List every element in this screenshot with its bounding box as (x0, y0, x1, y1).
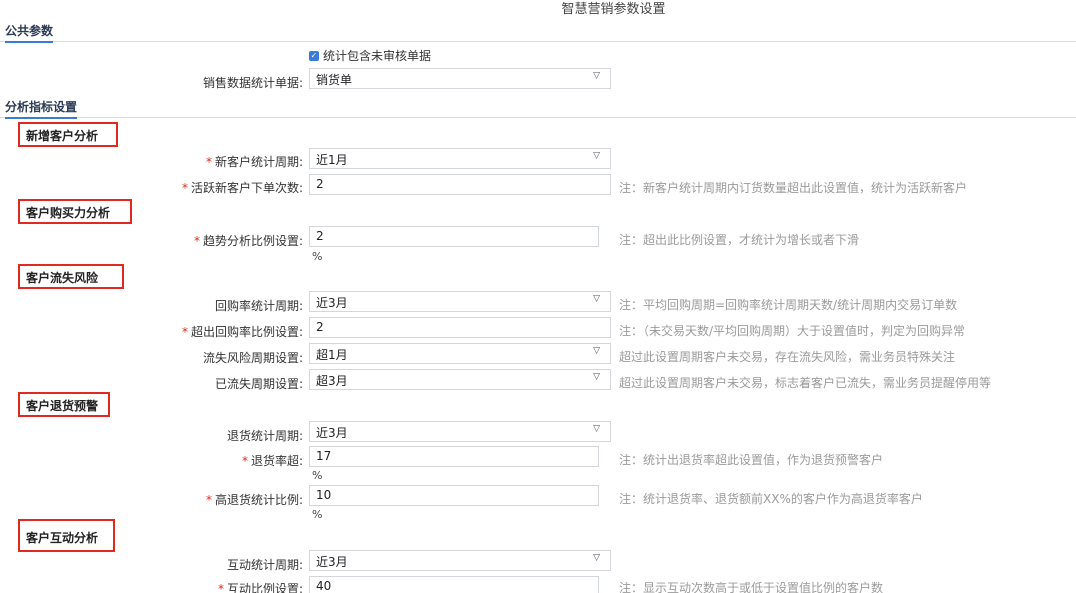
new-customer-period-label: * 新客户统计周期: (205, 155, 303, 169)
repurchase-period-select[interactable]: 近3月 ▽ (309, 291, 611, 312)
group-purchase-power: 客户购买力分析 (18, 199, 132, 224)
risk-period-note: 超过此设置周期客户未交易，存在流失风险，需业务员特殊关注 (619, 350, 956, 364)
interaction-ratio-label: * 互动比例设置: (217, 582, 303, 593)
chevron-down-icon: ▽ (593, 151, 600, 161)
chevron-down-icon: ▽ (593, 294, 600, 304)
section-analysis-label: 分析指标设置 (5, 98, 78, 119)
high-return-label: * 高退货统计比例: (205, 493, 303, 507)
interaction-period-label: 互动统计周期: (226, 558, 303, 572)
active-orders-input[interactable]: 2 (309, 174, 611, 195)
chevron-down-icon: ▽ (593, 71, 600, 81)
interaction-ratio-note: 注：显示互动次数高于或低于设置值比例的客户数 (619, 581, 884, 593)
return-period-select[interactable]: 近3月 ▽ (309, 421, 611, 442)
risk-period-value: 超1月 (316, 348, 348, 362)
trend-ratio-note: 注：超出此比例设置，才统计为增长或者下滑 (619, 233, 860, 247)
chevron-down-icon: ▽ (593, 553, 600, 563)
return-rate-input[interactable]: 17 (309, 446, 599, 467)
group-churn-risk: 客户流失风险 (18, 264, 124, 289)
section-analysis: 分析指标设置 (0, 98, 1076, 119)
over-ratio-label: * 超出回购率比例设置: (181, 325, 303, 339)
high-return-note: 注：统计退货率、退货额前XX%的客户作为高退货率客户 (619, 492, 923, 506)
return-period-value: 近3月 (316, 426, 348, 440)
return-period-label: 退货统计周期: (226, 429, 303, 443)
trend-ratio-unit: % (312, 250, 323, 263)
repurchase-period-note: 注：平均回购周期=回购率统计周期天数/统计周期内交易订单数 (619, 298, 958, 312)
repurchase-period-value: 近3月 (316, 296, 348, 310)
include-unapproved-label: 统计包含未审核单据 (323, 49, 432, 63)
interaction-period-select[interactable]: 近3月 ▽ (309, 550, 611, 571)
return-rate-label: * 退货率超: (241, 454, 303, 468)
risk-period-label: 流失风险周期设置: (202, 351, 303, 365)
chevron-down-icon: ▽ (593, 372, 600, 382)
active-orders-label: * 活跃新客户下单次数: (181, 181, 303, 195)
lost-period-value: 超3月 (316, 374, 348, 388)
high-return-input[interactable]: 10 (309, 485, 599, 506)
high-return-unit: % (312, 508, 323, 521)
section-public: 公共参数 (0, 22, 1076, 43)
trend-ratio-input[interactable]: 2 (309, 226, 599, 247)
include-unapproved-checkbox[interactable]: ✓ 统计包含未审核单据 (309, 47, 431, 64)
repurchase-period-label: 回购率统计周期: (214, 299, 303, 313)
section-public-label: 公共参数 (5, 22, 54, 43)
page-title: 智慧营销参数设置 (561, 2, 666, 17)
risk-period-select[interactable]: 超1月 ▽ (309, 343, 611, 364)
group-new-customer: 新增客户分析 (18, 122, 118, 147)
check-icon: ✓ (309, 50, 319, 61)
sales-doc-value: 销货单 (316, 73, 353, 87)
chevron-down-icon: ▽ (593, 346, 600, 356)
return-rate-unit: % (312, 469, 323, 482)
trend-ratio-label: * 趋势分析比例设置: (193, 234, 303, 248)
over-ratio-note: 注：（未交易天数/平均回购周期）大于设置值时，判定为回购异常 (619, 324, 966, 338)
group-interaction: 客户互动分析 (18, 519, 115, 552)
interaction-ratio-input[interactable]: 40 (309, 576, 599, 593)
new-customer-period-value: 近1月 (316, 153, 348, 167)
sales-doc-select[interactable]: 销货单 ▽ (309, 68, 611, 89)
sales-doc-label: 销售数据统计单据: (202, 76, 303, 90)
lost-period-label: 已流失周期设置: (214, 377, 303, 391)
return-rate-note: 注：统计出退货率超此设置值，作为退货预警客户 (619, 453, 884, 467)
lost-period-select[interactable]: 超3月 ▽ (309, 369, 611, 390)
over-ratio-input[interactable]: 2 (309, 317, 611, 338)
chevron-down-icon: ▽ (593, 424, 600, 434)
new-customer-period-select[interactable]: 近1月 ▽ (309, 148, 611, 169)
active-orders-note: 注：新客户统计周期内订货数量超出此设置值，统计为活跃新客户 (619, 181, 968, 195)
interaction-period-value: 近3月 (316, 555, 348, 569)
group-return-warning: 客户退货预警 (18, 392, 110, 417)
lost-period-note: 超过此设置周期客户未交易，标志着客户已流失，需业务员提醒停用等 (619, 376, 992, 390)
